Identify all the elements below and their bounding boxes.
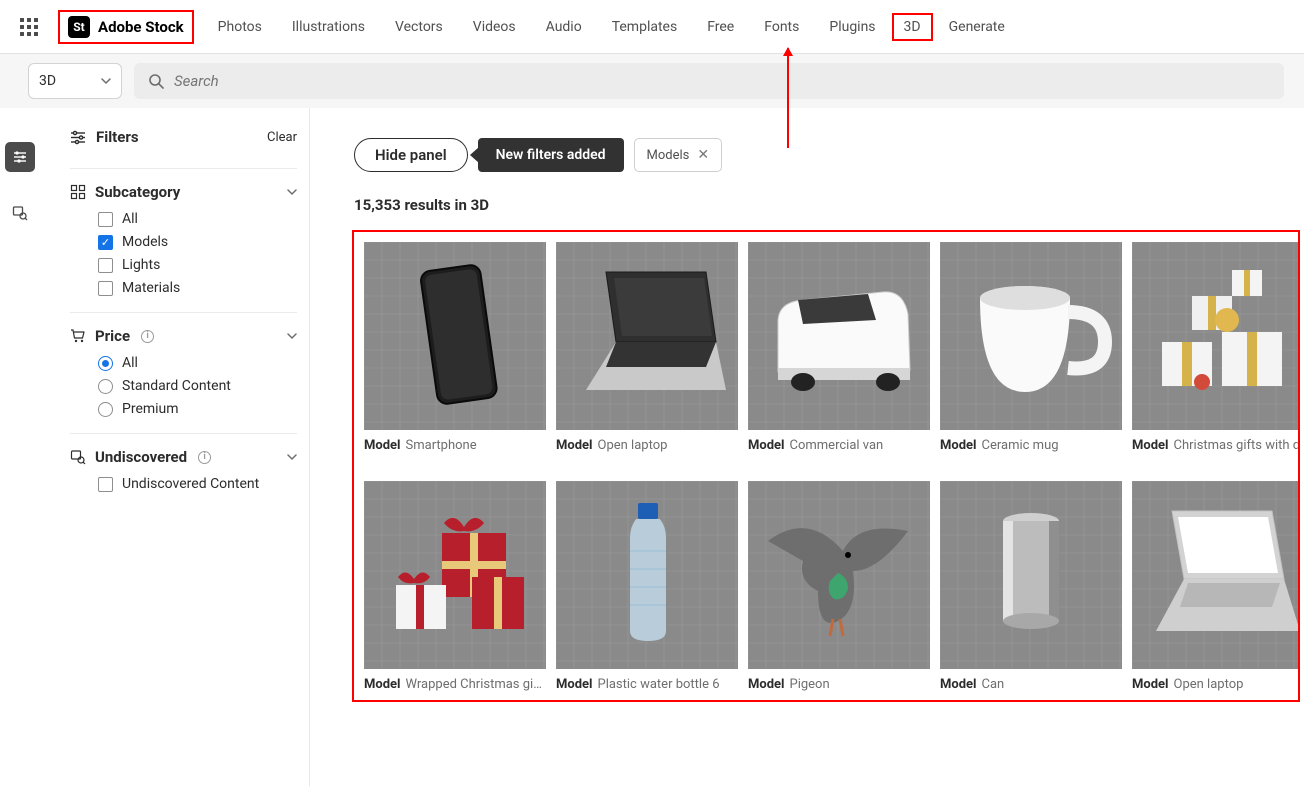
results-grid: ModelSmartphone ModelOpen laptop ModelCo… [364, 242, 1298, 702]
chevron-down-icon [287, 331, 297, 341]
thumb-pigeon [748, 481, 930, 669]
result-card[interactable]: ModelSmartphone [364, 242, 546, 471]
left-rail [0, 108, 40, 786]
content-area: Hide panel New filters added Models ✕ 15… [310, 108, 1304, 786]
result-card[interactable]: ModelCeramic mug [940, 242, 1122, 471]
result-card[interactable]: ModelOpen laptop [1132, 481, 1300, 702]
info-icon: i [198, 451, 211, 464]
close-icon[interactable]: ✕ [697, 147, 709, 163]
thumb-laptop-2 [1132, 481, 1300, 669]
nav-audio[interactable]: Audio [532, 13, 596, 41]
filter-section-subcategory[interactable]: Subcategory [70, 183, 297, 201]
sliders-icon [12, 149, 28, 165]
filter-section-price[interactable]: Price i [70, 327, 297, 345]
nav-vectors[interactable]: Vectors [381, 13, 457, 41]
nav-generate[interactable]: Generate [935, 13, 1019, 41]
results-count: 15,353 results in 3D [310, 172, 1304, 230]
chevron-down-icon [101, 76, 111, 86]
top-nav: St Adobe Stock Photos Illustrations Vect… [0, 0, 1304, 54]
result-card[interactable]: ModelCommercial van [748, 242, 930, 471]
result-card[interactable]: ModelOpen laptop [556, 242, 738, 471]
chip-label: Models [647, 148, 690, 163]
nav-photos[interactable]: Photos [204, 13, 276, 41]
thumb-smartphone [364, 242, 546, 430]
opt-subcategory-all[interactable]: All [98, 211, 297, 227]
thumb-laptop [556, 242, 738, 430]
image-search-icon [12, 205, 28, 221]
rail-filters-button[interactable] [5, 142, 35, 172]
nav-fonts[interactable]: Fonts [750, 13, 813, 41]
results-grid-box: ModelSmartphone ModelOpen laptop ModelCo… [352, 230, 1300, 702]
nav-3d[interactable]: 3D [892, 13, 933, 41]
filters-clear-link[interactable]: Clear [267, 130, 297, 145]
search-icon [148, 73, 164, 89]
search-category-select[interactable]: 3D [28, 63, 122, 99]
opt-price-premium[interactable]: Premium [98, 401, 297, 417]
result-card[interactable]: ModelWrapped Christmas gifts 1 [364, 481, 546, 702]
filters-panel: Filters Clear Subcategory All Models Lig… [40, 108, 310, 786]
thumb-christmas-gifts [1132, 242, 1300, 430]
opt-undiscovered-content[interactable]: Undiscovered Content [98, 476, 297, 492]
nav-templates[interactable]: Templates [598, 13, 692, 41]
thumb-mug [940, 242, 1122, 430]
result-card[interactable]: ModelChristmas gifts with decora... [1132, 242, 1300, 471]
image-search-icon [70, 449, 86, 465]
filter-chip-models[interactable]: Models ✕ [634, 138, 723, 172]
filters-title: Filters [70, 128, 139, 146]
opt-subcategory-models[interactable]: Models [98, 234, 297, 250]
thumb-can [940, 481, 1122, 669]
brand-logo[interactable]: St Adobe Stock [58, 10, 194, 44]
apps-switcher-icon[interactable] [20, 18, 38, 36]
result-card[interactable]: ModelCan [940, 481, 1122, 702]
nav-illustrations[interactable]: Illustrations [278, 13, 379, 41]
search-input[interactable] [174, 72, 1270, 90]
cart-icon [70, 328, 86, 344]
grid-icon [70, 184, 86, 200]
filter-section-undiscovered[interactable]: Undiscovered i [70, 448, 297, 466]
logo-text: Adobe Stock [98, 18, 184, 36]
new-filters-badge: New filters added [478, 138, 624, 172]
hide-panel-button[interactable]: Hide panel [354, 138, 468, 172]
logo-st-icon: St [68, 16, 90, 38]
search-bar: 3D [0, 54, 1304, 108]
opt-price-all[interactable]: All [98, 355, 297, 371]
thumb-van [748, 242, 930, 430]
opt-price-standard[interactable]: Standard Content [98, 378, 297, 394]
chevron-down-icon [287, 187, 297, 197]
rail-similar-button[interactable] [5, 198, 35, 228]
search-input-wrap[interactable] [134, 63, 1284, 99]
sliders-icon [70, 129, 86, 145]
nav-free[interactable]: Free [693, 13, 748, 41]
thumb-wrapped-gifts [364, 481, 546, 669]
nav-plugins[interactable]: Plugins [815, 13, 889, 41]
opt-subcategory-lights[interactable]: Lights [98, 257, 297, 273]
annotation-arrow [787, 48, 789, 148]
search-category-label: 3D [39, 73, 56, 89]
nav-videos[interactable]: Videos [459, 13, 530, 41]
chevron-down-icon [287, 452, 297, 462]
thumb-water-bottle [556, 481, 738, 669]
result-card[interactable]: ModelPlastic water bottle 6 [556, 481, 738, 702]
result-card[interactable]: ModelPigeon [748, 481, 930, 702]
info-icon: i [141, 330, 154, 343]
opt-subcategory-materials[interactable]: Materials [98, 280, 297, 296]
